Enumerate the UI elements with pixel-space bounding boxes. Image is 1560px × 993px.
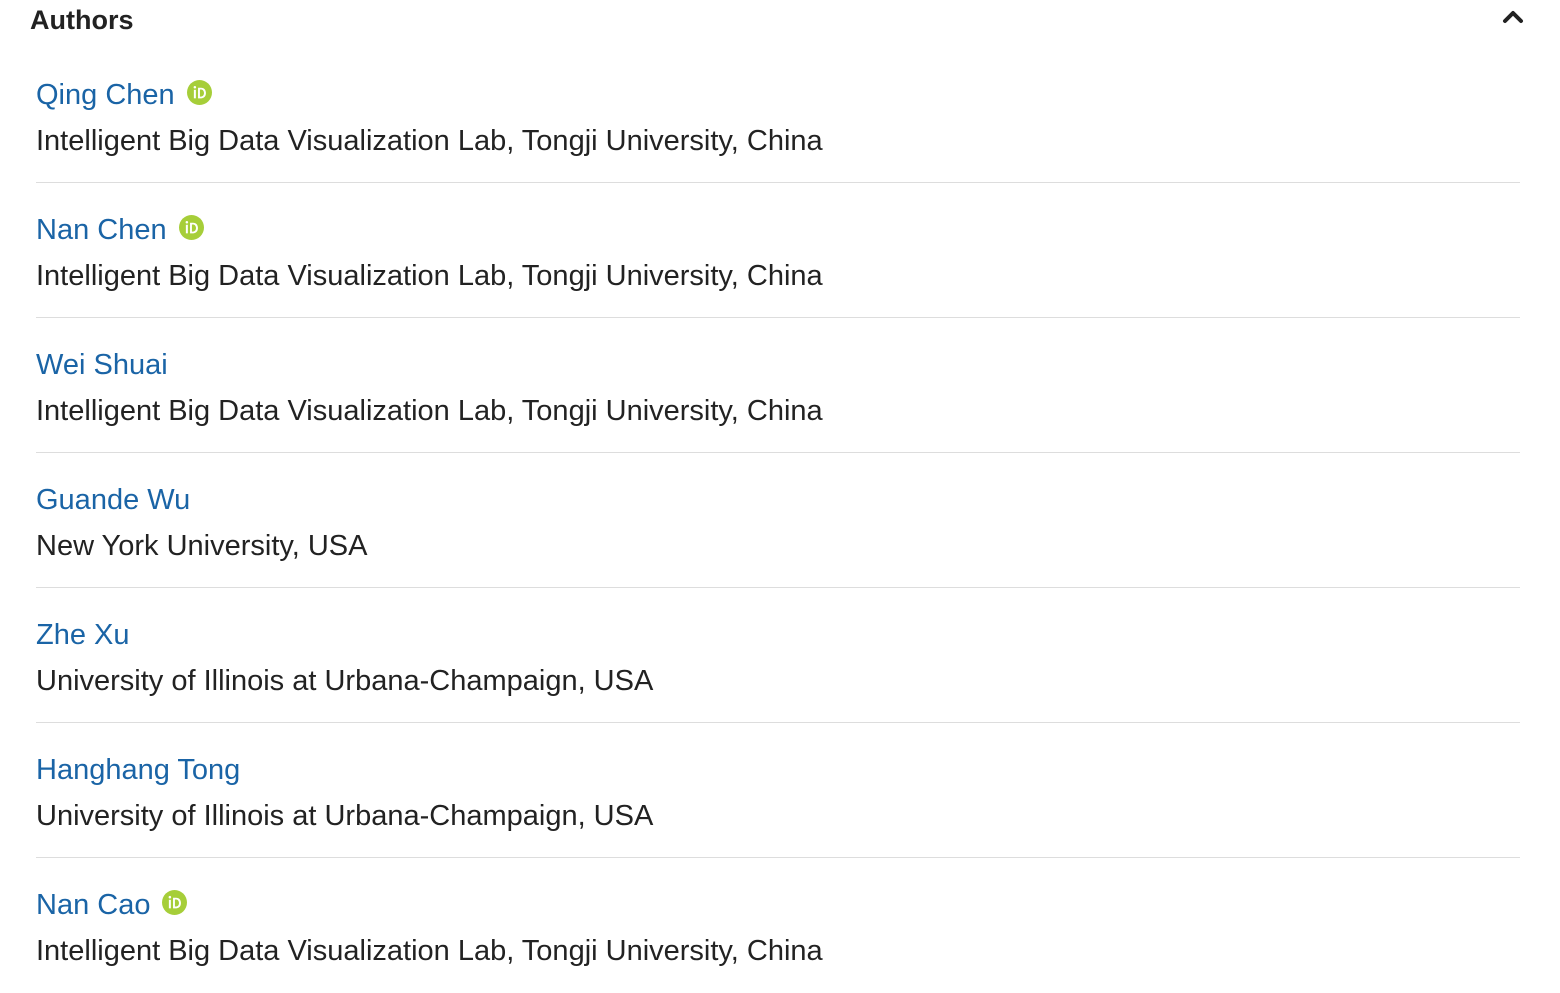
author-name-link[interactable]: Guande Wu (36, 481, 190, 519)
author-affiliation: University of Illinois at Urbana-Champai… (36, 665, 654, 697)
author-item: Qing Chen Intelligent Big Data Visualiza… (36, 48, 1520, 183)
section-title: Authors (30, 5, 134, 35)
orcid-icon[interactable] (186, 79, 212, 105)
author-name-link[interactable]: Qing Chen (36, 76, 175, 114)
author-affiliation: University of Illinois at Urbana-Champai… (36, 800, 654, 832)
author-name-row: Hanghang Tong (36, 751, 240, 789)
orcid-icon[interactable] (162, 889, 188, 915)
author-item: Nan Chen Intelligent Big Data Visualizat… (36, 183, 1520, 318)
author-affiliation: Intelligent Big Data Visualization Lab, … (36, 125, 823, 157)
orcid-icon[interactable] (178, 214, 204, 240)
author-item: Guande Wu New York University, USA (36, 453, 1520, 588)
chevron-up-icon (1503, 11, 1523, 23)
author-name-row: Wei Shuai (36, 346, 168, 384)
author-name-link[interactable]: Wei Shuai (36, 346, 168, 384)
author-name-row: Zhe Xu (36, 616, 130, 654)
author-name-row: Nan Cao (36, 886, 188, 924)
author-name-row: Nan Chen (36, 211, 204, 249)
author-item: Zhe Xu University of Illinois at Urbana-… (36, 588, 1520, 723)
author-name-row: Guande Wu (36, 481, 190, 519)
author-item: Hanghang Tong University of Illinois at … (36, 723, 1520, 858)
author-affiliation: Intelligent Big Data Visualization Lab, … (36, 395, 823, 427)
author-name-link[interactable]: Nan Cao (36, 886, 150, 924)
author-name-link[interactable]: Zhe Xu (36, 616, 130, 654)
author-name-link[interactable]: Hanghang Tong (36, 751, 240, 789)
collapse-button[interactable] (1496, 2, 1530, 32)
author-list: Qing Chen Intelligent Big Data Visualiza… (36, 48, 1520, 993)
author-affiliation: Intelligent Big Data Visualization Lab, … (36, 935, 823, 967)
author-item: Nan Cao Intelligent Big Data Visualizati… (36, 858, 1520, 993)
author-affiliation: Intelligent Big Data Visualization Lab, … (36, 260, 823, 292)
authors-panel: Authors Qing Chen Intelligent Big Data V… (0, 0, 1560, 985)
author-name-row: Qing Chen (36, 76, 212, 114)
authors-header[interactable]: Authors (30, 0, 1530, 44)
author-affiliation: New York University, USA (36, 530, 368, 562)
author-item: Wei Shuai Intelligent Big Data Visualiza… (36, 318, 1520, 453)
author-name-link[interactable]: Nan Chen (36, 211, 167, 249)
